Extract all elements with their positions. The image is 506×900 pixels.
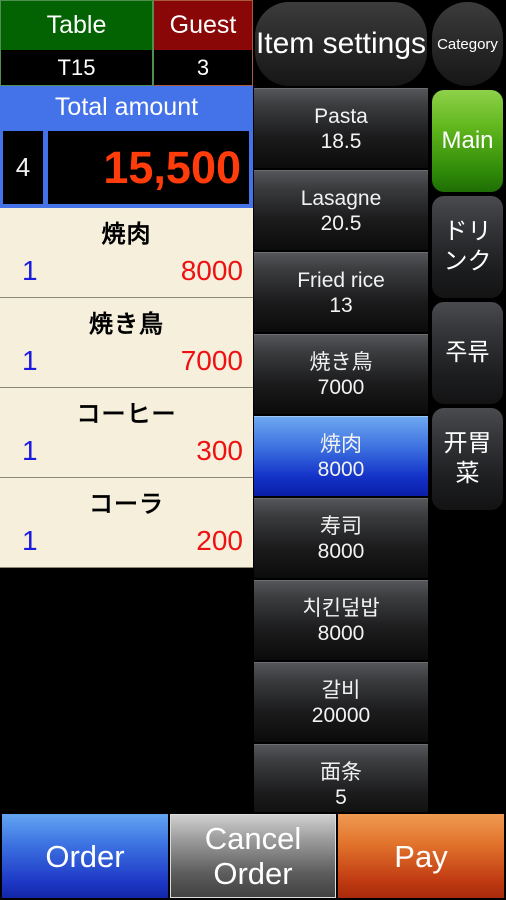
guest-cell[interactable]: Guest 3 <box>153 0 253 86</box>
menu-item-price: 20000 <box>311 703 371 727</box>
order-row-qty: 1 <box>22 255 38 286</box>
order-row[interactable]: 焼肉 1 8000 <box>0 208 253 298</box>
menu-item-price: 8000 <box>317 539 365 563</box>
order-row-price: 300 <box>196 435 243 466</box>
order-button[interactable]: Order <box>2 814 168 898</box>
category-item-button[interactable]: ドリンク <box>432 196 503 298</box>
menu-item-name: Fried rice <box>297 268 385 292</box>
menu-item-price: 20.5 <box>320 211 362 235</box>
menu-item-name: 寿司 <box>320 514 362 538</box>
menu-item-name: Lasagne <box>300 186 382 210</box>
guest-label: Guest <box>153 0 253 50</box>
pay-button[interactable]: Pay <box>338 814 504 898</box>
order-row-line: 1 7000 <box>0 339 253 377</box>
menu-item-price: 5 <box>335 785 347 809</box>
menu-item-button[interactable]: 갈비 20000 <box>254 662 428 742</box>
menu-item-button[interactable]: Fried rice 13 <box>254 252 428 332</box>
category-panel: Category Main ドリンク 주류 开胃菜 <box>429 0 506 812</box>
menu-item-name: 焼き鳥 <box>309 350 373 374</box>
item-settings-button[interactable]: Item settings <box>255 2 427 86</box>
cancel-order-button[interactable]: Cancel Order <box>170 814 336 898</box>
menu-item-button[interactable]: 치킨덮밥 8000 <box>254 580 428 660</box>
menu-item-price: 13 <box>329 293 353 317</box>
menu-item-container: Pasta 18.5 Lasagne 20.5 Fried rice 13 焼き鳥 7000 焼… <box>253 88 429 812</box>
menu-item-price: 18.5 <box>320 129 362 153</box>
table-label: Table <box>0 0 153 50</box>
category-item-button[interactable]: 주류 <box>432 302 503 404</box>
order-row-line: 1 8000 <box>0 249 253 287</box>
order-row-line: 1 300 <box>0 429 253 467</box>
table-guest-header: Table T15 Guest 3 <box>0 0 253 86</box>
order-row-qty: 1 <box>22 435 38 466</box>
total-amount-row: 4 15,500 <box>0 128 253 208</box>
menu-item-button[interactable]: 焼き鳥 7000 <box>254 334 428 414</box>
total-amount-label: Total amount <box>0 86 253 128</box>
menu-item-name: 面条 <box>320 760 362 784</box>
order-row-name: コーラ <box>89 491 164 518</box>
order-row-price: 8000 <box>180 255 243 286</box>
order-row-name: 焼き鳥 <box>89 311 164 338</box>
menu-item-button[interactable]: 焼肉 8000 <box>254 416 428 496</box>
order-row-qty: 1 <box>22 525 38 556</box>
order-row-line: 1 200 <box>0 519 253 557</box>
menu-item-button[interactable]: 面条 5 <box>254 744 428 812</box>
table-cell[interactable]: Table T15 <box>0 0 153 86</box>
menu-item-name: 焼肉 <box>320 432 362 456</box>
menu-item-price: 8000 <box>317 621 365 645</box>
menu-item-button[interactable]: 寿司 8000 <box>254 498 428 578</box>
pos-app-root: Table T15 Guest 3 Total amount 4 15,500 … <box>0 0 506 900</box>
order-row-price: 7000 <box>180 345 243 376</box>
table-value: T15 <box>0 50 153 86</box>
menu-item-name: 갈비 <box>321 678 361 702</box>
order-item-list: 焼肉 1 8000 焼き鳥 1 7000 コーヒー 1 300 コーラ 1 200 <box>0 208 253 568</box>
total-item-count: 4 <box>2 130 44 205</box>
total-amount-value: 15,500 <box>47 130 250 205</box>
order-row-qty: 1 <box>22 345 38 376</box>
menu-item-button[interactable]: Pasta 18.5 <box>254 88 428 168</box>
menu-item-name: 치킨덮밥 <box>302 596 380 620</box>
order-row-price: 200 <box>196 525 243 556</box>
category-button[interactable]: Category <box>432 2 503 86</box>
order-row[interactable]: コーラ 1 200 <box>0 478 253 568</box>
category-item-button[interactable]: 开胃菜 <box>432 408 503 510</box>
menu-item-panel: Item settings Pasta 18.5 Lasagne 20.5 Fried … <box>253 0 429 812</box>
order-row[interactable]: コーヒー 1 300 <box>0 388 253 478</box>
action-bar: Order Cancel Order Pay <box>0 812 506 900</box>
guest-value: 3 <box>153 50 253 86</box>
menu-item-name: Pasta <box>314 104 368 128</box>
menu-item-price: 7000 <box>317 375 365 399</box>
order-panel: Table T15 Guest 3 Total amount 4 15,500 … <box>0 0 253 812</box>
order-row[interactable]: 焼き鳥 1 7000 <box>0 298 253 388</box>
menu-item-price: 8000 <box>317 457 365 481</box>
category-item-container: Main ドリンク 주류 开胃菜 <box>429 90 506 510</box>
menu-item-button[interactable]: Lasagne 20.5 <box>254 170 428 250</box>
order-row-name: 焼肉 <box>101 221 152 248</box>
order-row-name: コーヒー <box>76 401 177 428</box>
category-item-button[interactable]: Main <box>432 90 503 192</box>
